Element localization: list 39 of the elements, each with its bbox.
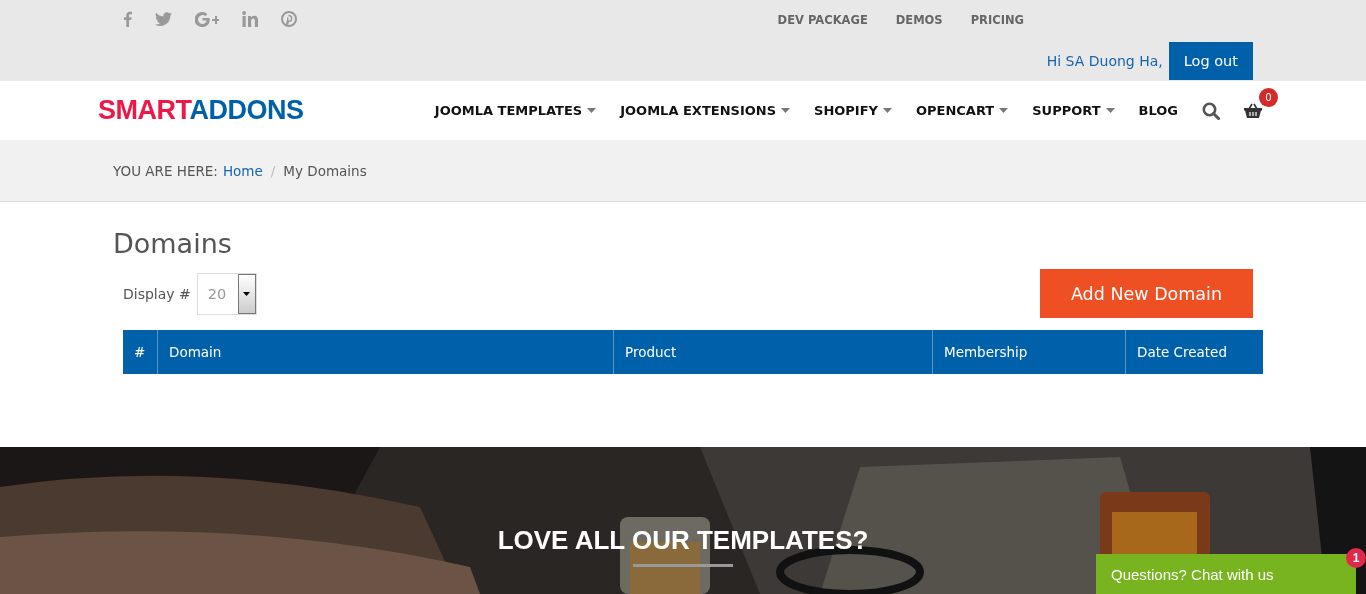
column-header: Domain bbox=[157, 330, 613, 374]
nav-item[interactable]: SHOPIFY bbox=[814, 103, 892, 118]
user-greeting[interactable]: Hi SA Duong Ha, bbox=[1046, 52, 1163, 69]
nav-item[interactable]: BLOG bbox=[1138, 103, 1178, 118]
nav-item[interactable]: SUPPORT bbox=[1032, 103, 1115, 118]
breadcrumb-label: YOU ARE HERE: bbox=[113, 162, 218, 179]
nav-item[interactable]: OPENCART bbox=[915, 103, 1009, 118]
caret-icon bbox=[882, 108, 892, 113]
column-header: # bbox=[133, 343, 147, 362]
facebook-icon[interactable] bbox=[123, 11, 132, 27]
google-plus-icon[interactable] bbox=[195, 11, 219, 27]
breadcrumb-link[interactable]: Home bbox=[222, 162, 263, 179]
top-link[interactable]: DEMOS bbox=[895, 13, 943, 41]
logout-button[interactable]: Log out bbox=[1168, 41, 1253, 80]
caret-icon bbox=[587, 108, 597, 113]
column-header: Date Created bbox=[1125, 330, 1263, 374]
page-title: Domains bbox=[113, 228, 233, 259]
pinterest-icon[interactable] bbox=[281, 11, 297, 27]
caret-icon bbox=[1105, 108, 1115, 113]
top-link[interactable]: PRICING bbox=[970, 13, 1024, 41]
caret-icon bbox=[781, 108, 790, 113]
logo[interactable]: SMARTADDONS bbox=[98, 95, 304, 126]
dropdown-arrow-icon bbox=[243, 291, 251, 296]
caret-icon bbox=[999, 108, 1009, 113]
twitter-icon[interactable] bbox=[155, 12, 172, 26]
banner-heading: LOVE ALL OUR TEMPLATES? bbox=[497, 525, 869, 556]
add-domain-button[interactable]: Add New Domain bbox=[1040, 269, 1253, 318]
cart-count-badge: 0 bbox=[1259, 88, 1278, 107]
column-header: Membership bbox=[932, 330, 1125, 374]
top-link[interactable]: DEV PACKAGE bbox=[777, 13, 868, 41]
breadcrumb-current: My Domains bbox=[283, 162, 367, 179]
linkedin-icon[interactable] bbox=[242, 11, 258, 27]
column-header: Product bbox=[613, 330, 932, 374]
breadcrumb-separator: / bbox=[270, 162, 276, 179]
nav-item[interactable]: JOOMLA EXTENSIONS bbox=[620, 103, 790, 118]
nav-item[interactable]: JOOMLA TEMPLATES bbox=[434, 103, 597, 118]
search-icon[interactable] bbox=[1202, 101, 1220, 120]
display-label: Display # bbox=[123, 285, 191, 302]
basket-icon[interactable] bbox=[1244, 103, 1262, 118]
